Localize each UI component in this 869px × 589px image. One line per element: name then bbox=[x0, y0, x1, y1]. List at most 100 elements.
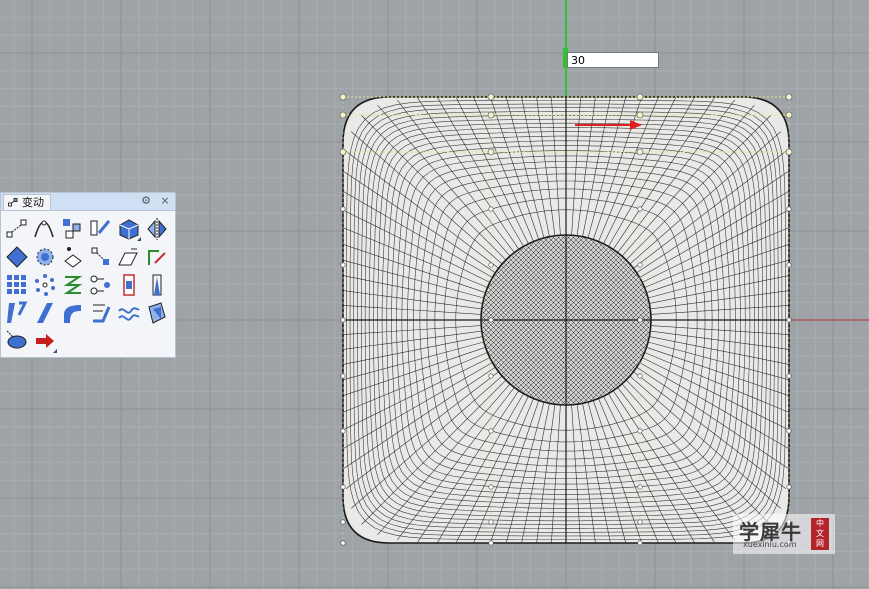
tool-button-8[interactable] bbox=[59, 243, 87, 271]
tool-button-3[interactable] bbox=[87, 215, 115, 243]
tool-icon-grid bbox=[3, 215, 171, 355]
bend-icon bbox=[64, 305, 81, 323]
control-point bbox=[786, 317, 792, 323]
bend-curve-icon bbox=[34, 220, 54, 238]
orient-icon bbox=[90, 220, 111, 236]
control-point-selected bbox=[785, 148, 793, 156]
control-point bbox=[637, 262, 643, 268]
cage-edit-icon bbox=[123, 274, 135, 296]
tool-button-25[interactable] bbox=[31, 327, 59, 355]
control-point bbox=[786, 428, 792, 434]
tool-button-16[interactable] bbox=[115, 271, 143, 299]
tool-button-24[interactable] bbox=[3, 327, 31, 355]
panel-header: 变动 ⚙ × bbox=[1, 193, 175, 211]
control-point bbox=[786, 373, 792, 379]
watermark-seal: 中文网 bbox=[811, 518, 829, 550]
watermark-logo: 学犀牛 xuexiniu.com 中文网 bbox=[733, 514, 835, 554]
shear-icon bbox=[118, 248, 138, 266]
tool-button-13[interactable] bbox=[31, 271, 59, 299]
tool-button-0[interactable] bbox=[3, 215, 31, 243]
control-point bbox=[637, 373, 643, 379]
transform-tab-icon bbox=[8, 198, 18, 207]
smooth-icon bbox=[118, 307, 140, 321]
rect-array-icon bbox=[7, 275, 26, 294]
soft-move-icon bbox=[6, 330, 27, 349]
control-point bbox=[786, 206, 792, 212]
tool-button-1[interactable] bbox=[31, 215, 59, 243]
tool-button-9[interactable] bbox=[87, 243, 115, 271]
rotate-circle-icon bbox=[36, 248, 54, 266]
control-point bbox=[340, 317, 346, 323]
array-copy-icon bbox=[63, 219, 81, 239]
control-point-selected bbox=[487, 148, 495, 156]
control-point-selected bbox=[487, 93, 495, 101]
control-point bbox=[786, 484, 792, 490]
control-point-selected bbox=[636, 111, 644, 119]
control-point-selected bbox=[339, 148, 347, 156]
control-point-selected bbox=[339, 93, 347, 101]
control-point bbox=[786, 262, 792, 268]
tool-button-19[interactable] bbox=[31, 299, 59, 327]
control-point bbox=[637, 317, 643, 323]
rotate-diamond-icon bbox=[6, 246, 28, 268]
control-point bbox=[340, 206, 346, 212]
control-point bbox=[340, 484, 346, 490]
tool-button-14[interactable] bbox=[59, 271, 87, 299]
array-curve-icon bbox=[90, 275, 110, 295]
gear-icon[interactable]: ⚙ bbox=[139, 194, 153, 208]
tool-button-23[interactable] bbox=[143, 299, 171, 327]
twist-icon bbox=[63, 276, 83, 294]
flow-icon bbox=[7, 301, 28, 323]
control-point bbox=[637, 484, 643, 490]
splop-icon bbox=[148, 302, 166, 324]
flow-surface-icon bbox=[93, 304, 111, 323]
control-point bbox=[637, 540, 643, 546]
control-point-selected bbox=[785, 93, 793, 101]
control-point bbox=[488, 206, 494, 212]
tool-button-18[interactable] bbox=[3, 299, 31, 327]
move-icon bbox=[6, 219, 27, 238]
flyout-indicator-icon bbox=[137, 237, 141, 241]
tool-button-4[interactable] bbox=[115, 215, 143, 243]
control-point bbox=[340, 262, 346, 268]
tool-button-21[interactable] bbox=[87, 299, 115, 327]
control-point-selected bbox=[339, 111, 347, 119]
tool-button-17[interactable] bbox=[143, 271, 171, 299]
control-point bbox=[488, 540, 494, 546]
orient-dots-icon bbox=[91, 247, 109, 265]
control-point bbox=[488, 262, 494, 268]
tool-button-22[interactable] bbox=[115, 299, 143, 327]
control-point bbox=[488, 373, 494, 379]
tool-button-11[interactable] bbox=[143, 243, 171, 271]
control-point bbox=[488, 484, 494, 490]
tool-button-15[interactable] bbox=[87, 271, 115, 299]
tool-button-6[interactable] bbox=[3, 243, 31, 271]
tool-button-12[interactable] bbox=[3, 271, 31, 299]
polar-array-icon bbox=[35, 274, 55, 296]
tool-button-20[interactable] bbox=[59, 299, 87, 327]
control-point bbox=[340, 540, 346, 546]
control-point bbox=[488, 317, 494, 323]
tab-label: 变动 bbox=[22, 196, 44, 209]
close-icon[interactable]: × bbox=[158, 194, 172, 208]
control-point-selected bbox=[636, 148, 644, 156]
control-point bbox=[340, 428, 346, 434]
tool-button-5[interactable] bbox=[143, 215, 171, 243]
control-point bbox=[488, 428, 494, 434]
tool-button-7[interactable] bbox=[31, 243, 59, 271]
control-point bbox=[340, 373, 346, 379]
tool-button-10[interactable] bbox=[115, 243, 143, 271]
control-point-selected bbox=[636, 93, 644, 101]
gumball-distance-input[interactable] bbox=[567, 52, 659, 68]
stretch-icon bbox=[37, 303, 53, 323]
tab-transform[interactable]: 变动 bbox=[3, 194, 51, 210]
mirror-icon bbox=[147, 218, 167, 240]
transform-toolbar-panel: 变动 ⚙ × bbox=[0, 192, 176, 358]
control-point bbox=[340, 519, 346, 525]
set-point-icon bbox=[64, 247, 82, 268]
control-point-selected bbox=[785, 111, 793, 119]
control-point-selected bbox=[487, 111, 495, 119]
taper-icon bbox=[152, 274, 162, 296]
control-point bbox=[637, 519, 643, 525]
tool-button-2[interactable] bbox=[59, 215, 87, 243]
